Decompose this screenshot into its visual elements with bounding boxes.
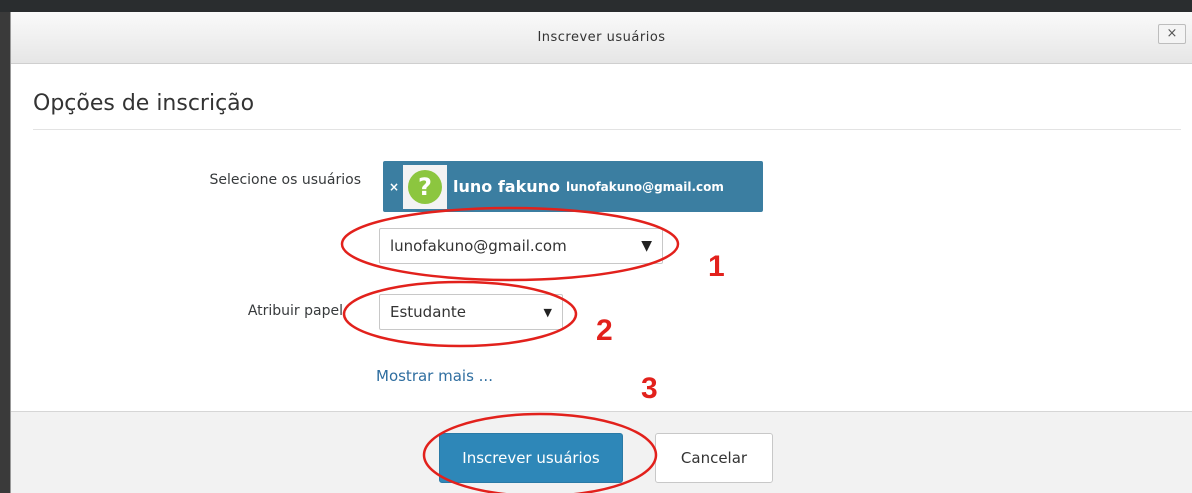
cancel-button[interactable]: Cancelar [655,433,773,483]
user-search-value: lunofakuno@gmail.com [390,237,567,255]
close-button[interactable]: × [1158,24,1186,44]
show-more-link[interactable]: Mostrar mais ... [376,367,493,385]
page-backdrop [0,0,1192,12]
selected-user-email: lunofakuno@gmail.com [566,179,724,194]
enroll-users-button[interactable]: Inscrever usuários [439,433,623,483]
user-search-select[interactable]: lunofakuno@gmail.com ▼ [379,228,663,264]
select-users-label: Selecione os usuários [209,172,361,188]
assign-role-label: Atribuir papel [247,303,343,319]
dialog-body: Opções de inscrição Selecione os usuário… [11,65,1192,411]
section-title: Opções de inscrição [33,91,255,116]
enroll-users-dialog: Inscrever usuários × Opções de inscrição… [10,12,1192,493]
role-select[interactable]: Estudante ▼ [379,294,563,330]
dialog-title: Inscrever usuários [537,30,666,45]
selected-user-name: luno fakuno [453,177,560,196]
dialog-titlebar: Inscrever usuários × [11,12,1192,64]
caret-down-icon: ▼ [543,306,552,319]
caret-down-icon: ▼ [641,238,652,254]
avatar: ? [403,164,447,209]
role-select-value: Estudante [390,303,467,321]
section-divider [33,129,1181,130]
remove-user-icon[interactable]: × [385,180,403,194]
dialog-footer: Inscrever usuários Cancelar [11,411,1192,493]
selected-user-chip[interactable]: × ? luno fakuno lunofakuno@gmail.com [383,161,763,212]
question-mark-avatar-icon: ? [408,169,442,204]
